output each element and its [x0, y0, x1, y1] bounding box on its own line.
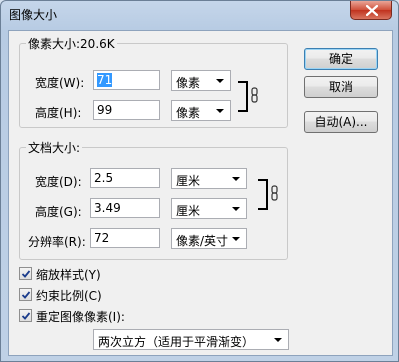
chevron-down-icon — [274, 338, 282, 342]
chevron-down-icon — [232, 177, 240, 181]
doc-height-value: 3.49 — [94, 201, 121, 215]
doc-width-unit-select[interactable]: 厘米 — [171, 168, 247, 189]
chevron-down-icon — [232, 237, 240, 241]
resolution-unit-select[interactable]: 像素/英寸 — [171, 228, 247, 249]
close-button[interactable] — [350, 1, 392, 20]
pixel-width-label: 宽度(W): — [35, 76, 85, 90]
doc-height-unit: 厘米 — [176, 204, 201, 218]
constrain-proportions-label[interactable]: 约束比例(C) — [36, 287, 102, 304]
resample-method-value: 两次立方（适用于平滑渐变） — [98, 335, 255, 349]
doc-width-unit: 厘米 — [176, 174, 201, 188]
doc-height-unit-select[interactable]: 厘米 — [171, 198, 247, 219]
scale-styles-checkbox[interactable] — [19, 267, 32, 280]
chevron-down-icon — [232, 207, 240, 211]
doc-constrain-bracket — [258, 179, 268, 210]
pixel-width-input[interactable]: 71 — [93, 70, 160, 90]
checkmark-icon — [21, 291, 31, 299]
chevron-down-icon — [216, 109, 224, 113]
resolution-unit: 像素/英寸 — [176, 234, 229, 248]
pixel-height-unit-select[interactable]: 像素 — [171, 100, 231, 121]
scale-styles-label[interactable]: 缩放样式(Y) — [36, 266, 101, 283]
document-size-legend: 文档大小: — [28, 141, 81, 155]
checkmark-icon — [21, 270, 31, 278]
checkmark-icon — [21, 312, 31, 320]
pixel-width-value: 71 — [97, 73, 113, 87]
doc-width-value: 2.5 — [94, 171, 114, 185]
close-icon — [366, 5, 378, 16]
resample-image-checkbox[interactable] — [19, 309, 32, 322]
pixel-width-unit: 像素 — [176, 76, 201, 90]
resolution-input[interactable]: 72 — [90, 228, 160, 248]
resolution-label: 分辨率(R): — [28, 235, 86, 249]
title-bar[interactable]: 图像大小 — [1, 1, 398, 29]
pixel-height-label: 高度(H): — [35, 106, 82, 120]
chain-link-icon — [271, 185, 278, 201]
cancel-button[interactable]: 取消 — [304, 76, 378, 98]
pixel-height-value: 99 — [97, 103, 113, 117]
resolution-value: 72 — [94, 231, 110, 245]
doc-height-label: 高度(G): — [35, 205, 82, 219]
doc-width-input[interactable]: 2.5 — [90, 168, 160, 188]
resample-method-select[interactable]: 两次立方（适用于平滑渐变） — [93, 329, 289, 350]
doc-width-label: 宽度(D): — [35, 175, 82, 189]
pixel-height-input[interactable]: 99 — [93, 100, 160, 120]
pixel-constrain-bracket — [238, 81, 248, 112]
pixel-height-unit: 像素 — [176, 106, 201, 120]
chevron-down-icon — [216, 79, 224, 83]
doc-height-input[interactable]: 3.49 — [90, 198, 160, 218]
chain-link-icon — [251, 87, 258, 103]
pixel-dimensions-legend: 像素大小:20.6K — [28, 37, 115, 51]
auto-button[interactable]: 自动(A)... — [304, 111, 378, 133]
dialog-title: 图像大小 — [9, 8, 58, 22]
resample-image-label[interactable]: 重定图像像素(I): — [36, 308, 125, 325]
dialog-client-area: 像素大小:20.6K 宽度(W): 71 像素 高度(H): 99 像素 文档大… — [8, 30, 393, 356]
pixel-width-unit-select[interactable]: 像素 — [171, 70, 231, 91]
ok-button[interactable]: 确定 — [304, 48, 378, 70]
constrain-proportions-checkbox[interactable] — [19, 288, 32, 301]
image-size-dialog: 图像大小 像素大小:20.6K 宽度(W): 71 像素 高度(H): 99 像… — [0, 0, 399, 362]
